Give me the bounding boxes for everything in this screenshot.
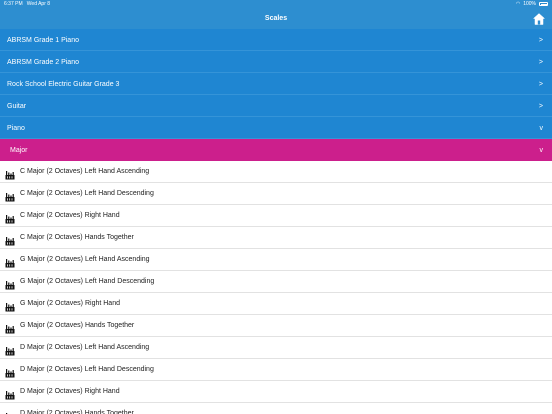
chevron-icon: > [538,37,543,44]
scale-item-label: C Major (2 Octaves) Right Hand [20,212,120,219]
battery-icon [539,2,548,6]
category-row[interactable]: Piano v [0,117,552,139]
scale-icon [5,299,15,312]
wifi-icon: ◠ [515,0,521,7]
scale-list-item[interactable]: G Major (2 Octaves) Hands Together [0,315,552,337]
home-button[interactable] [532,12,546,25]
scale-icon [5,167,15,180]
scale-list-item[interactable]: D Major (2 Octaves) Right Hand [0,381,552,403]
scale-list-item[interactable]: C Major (2 Octaves) Left Hand Descending [0,183,552,205]
status-time-date: 6:37 PM Wed Apr 8 [4,1,50,7]
scale-list-item[interactable]: C Major (2 Octaves) Right Hand [0,205,552,227]
battery-percent: 100% [523,1,536,7]
scale-item-label: D Major (2 Octaves) Left Hand Ascending [20,344,150,351]
scale-list-item[interactable]: G Major (2 Octaves) Right Hand [0,293,552,315]
subcategory-row[interactable]: Major v [0,139,552,161]
chevron-icon: > [538,59,543,66]
scale-item-label: D Major (2 Octaves) Left Hand Descending [20,366,154,373]
scale-item-label: C Major (2 Octaves) Left Hand Descending [20,190,154,197]
scale-item-label: D Major (2 Octaves) Hands Together [20,410,134,414]
category-label: Guitar [7,103,27,110]
scale-item-label: G Major (2 Octaves) Right Hand [20,300,120,307]
scale-icon [5,343,15,356]
category-row[interactable]: Rock School Electric Guitar Grade 3 > [0,73,552,95]
chevron-icon: v [539,125,544,132]
category-row[interactable]: ABRSM Grade 1 Piano > [0,29,552,51]
scale-item-label: G Major (2 Octaves) Hands Together [20,322,135,329]
scale-item-label: C Major (2 Octaves) Hands Together [20,234,134,241]
subcategory-label: Major [10,147,28,154]
scale-item-label: D Major (2 Octaves) Right Hand [20,388,120,395]
page-title: Scales [264,15,288,22]
status-date: Wed Apr 8 [26,1,51,7]
scale-list-item[interactable]: C Major (2 Octaves) Hands Together [0,227,552,249]
scale-item-label: G Major (2 Octaves) Left Hand Descending [20,278,155,285]
category-label: ABRSM Grade 2 Piano [7,59,79,66]
home-icon [532,13,546,25]
scale-item-label: G Major (2 Octaves) Left Hand Ascending [20,256,150,263]
chevron-down-icon: v [539,147,544,154]
scale-list-item[interactable]: G Major (2 Octaves) Left Hand Ascending [0,249,552,271]
status-time: 6:37 PM [4,1,23,7]
scale-icon [5,189,15,202]
category-row[interactable]: ABRSM Grade 2 Piano > [0,51,552,73]
status-bar: 6:37 PM Wed Apr 8 ◠ 100% [0,0,552,8]
scale-list-item[interactable]: G Major (2 Octaves) Left Hand Descending [0,271,552,293]
status-right: ◠ 100% [516,1,548,7]
scale-list-item[interactable]: D Major (2 Octaves) Hands Together [0,403,552,414]
scale-icon [5,277,15,290]
scale-icon [5,255,15,268]
scale-icon [5,409,15,414]
category-label: Rock School Electric Guitar Grade 3 [7,81,120,88]
scale-icon [5,387,15,400]
scale-icon [5,233,15,246]
category-label: ABRSM Grade 1 Piano [7,37,79,44]
scale-icon [5,365,15,378]
scale-icon [5,321,15,334]
chevron-icon: > [538,103,543,110]
scale-item-label: C Major (2 Octaves) Left Hand Ascending [20,168,150,175]
scale-list-item[interactable]: D Major (2 Octaves) Left Hand Descending [0,359,552,381]
nav-bar: Scales [0,8,552,29]
chevron-icon: > [538,81,543,88]
scale-icon [5,211,15,224]
scale-list-item[interactable]: C Major (2 Octaves) Left Hand Ascending [0,161,552,183]
category-row[interactable]: Guitar > [0,95,552,117]
category-label: Piano [7,125,25,132]
scale-list-item[interactable]: D Major (2 Octaves) Left Hand Ascending [0,337,552,359]
